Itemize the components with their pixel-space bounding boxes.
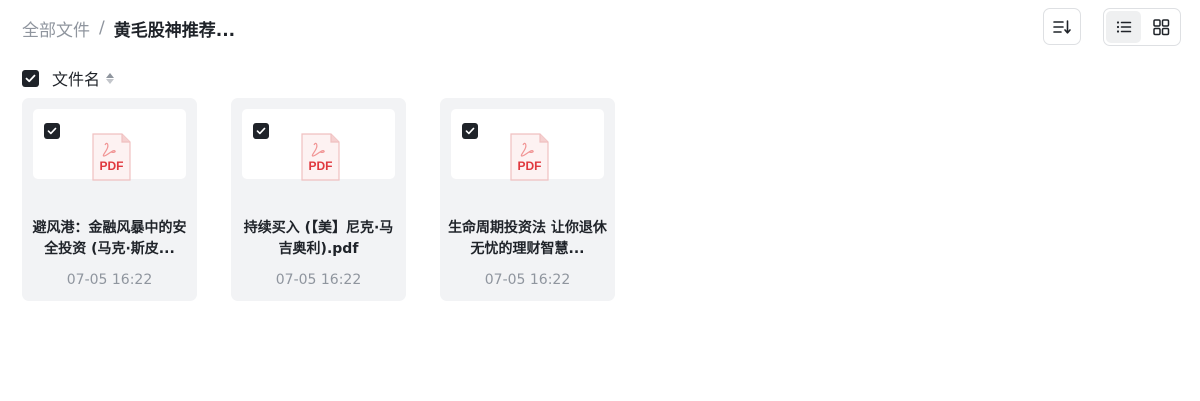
breadcrumb-root[interactable]: 全部文件 [22, 16, 90, 41]
select-all-checkbox[interactable] [22, 69, 39, 87]
file-time: 07-05 16:22 [66, 272, 153, 288]
svg-text:PDF: PDF [100, 159, 124, 173]
file-name: 生命周期投资法 让你退休无忧的理财智慧... [448, 220, 607, 257]
file-name: 持续买入 (【美】尼克·马吉奥利).pdf [243, 220, 394, 257]
file-checkbox[interactable] [462, 123, 478, 139]
svg-text:PDF: PDF [518, 159, 542, 173]
view-toggle [1103, 8, 1181, 46]
breadcrumb-separator: / [99, 18, 105, 38]
check-icon [256, 127, 266, 135]
file-checkbox[interactable] [253, 123, 269, 139]
check-icon [465, 127, 475, 135]
column-sort-icon[interactable] [106, 72, 115, 84]
file-time: 07-05 16:22 [484, 272, 571, 288]
grid-view-icon [1152, 19, 1169, 36]
file-card[interactable]: PDF 持续买入 (【美】尼克·马吉奥利).pdf 07-05 16:22 [231, 98, 406, 301]
svg-text:PDF: PDF [309, 159, 333, 173]
column-label-filename: 文件名 [52, 70, 101, 89]
pdf-file-icon: PDF [92, 133, 131, 181]
grid-view-button[interactable] [1143, 11, 1178, 43]
pdf-file-icon: PDF [510, 133, 549, 181]
file-thumbnail: PDF [33, 109, 186, 181]
breadcrumb-current: 黄毛股神推荐... [113, 20, 236, 41]
file-checkbox[interactable] [44, 123, 60, 139]
file-card[interactable]: PDF 生命周期投资法 让你退休无忧的理财智慧... 07-05 16:22 [440, 98, 615, 301]
list-view-icon [1116, 21, 1131, 33]
check-icon [47, 127, 57, 135]
file-name: 避风港：金融风暴中的安全投资 (马克·斯皮... [32, 220, 187, 257]
pdf-file-icon: PDF [301, 133, 340, 181]
sort-button[interactable] [1043, 8, 1081, 45]
breadcrumb: 全部文件 / 黄毛股神推荐... [22, 16, 236, 41]
file-thumbnail: PDF [242, 109, 395, 181]
file-list-header: 文件名 [22, 67, 115, 89]
file-time: 07-05 16:22 [275, 272, 362, 288]
file-thumbnail: PDF [451, 109, 604, 181]
sort-list-icon [1053, 19, 1071, 34]
file-card[interactable]: PDF 避风港：金融风暴中的安全投资 (马克·斯皮... 07-05 16:22 [22, 98, 197, 301]
check-icon [25, 74, 36, 82]
list-view-button[interactable] [1106, 11, 1141, 43]
